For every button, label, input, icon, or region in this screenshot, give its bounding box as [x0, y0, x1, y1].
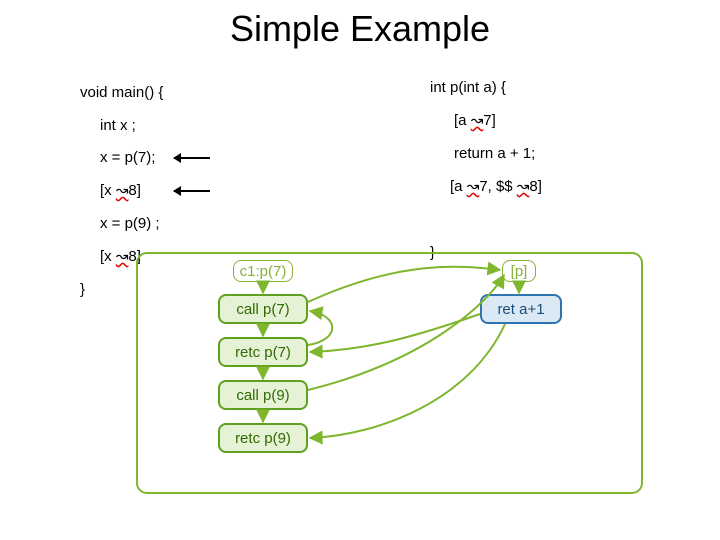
- code-state-a7-ss8: [a ↝7, $$ ↝8]: [450, 179, 542, 194]
- code-return: return a + 1;: [454, 146, 535, 161]
- code-int-x: int x ;: [100, 118, 136, 133]
- node-retc-p9: retc p(9): [218, 423, 308, 453]
- code-state-x8-1: [x ↝8]: [100, 183, 141, 198]
- wave-icon: ↝: [471, 112, 484, 129]
- node-ip: [p]: [502, 260, 536, 282]
- code-state-x8-2: [x ↝8]: [100, 249, 141, 264]
- node-call-p7: call p(7): [218, 294, 308, 324]
- slide: Simple Example void main() { int x ; x =…: [0, 0, 720, 540]
- node-call-p9: call p(9): [218, 380, 308, 410]
- code-main-decl: void main() {: [80, 85, 163, 100]
- arrow-icon: [174, 190, 210, 192]
- code-p-close: }: [430, 245, 435, 260]
- wave-icon: ↝: [517, 178, 530, 195]
- graph-edges: [0, 0, 720, 540]
- node-c1p1: c1:p(7): [233, 260, 293, 282]
- arrow-icon: [174, 157, 210, 159]
- code-state-a7: [a ↝7]: [454, 113, 496, 128]
- code-x-p7: x = p(7);: [100, 150, 155, 165]
- wave-icon: ↝: [116, 182, 129, 199]
- wave-icon: ↝: [467, 178, 480, 195]
- node-ret-a1: ret a+1: [480, 294, 562, 324]
- wave-icon: ↝: [116, 248, 129, 265]
- code-main-close: }: [80, 282, 85, 297]
- code-p-decl: int p(int a) {: [430, 80, 506, 95]
- code-x-p9: x = p(9) ;: [100, 216, 160, 231]
- node-retc-p7: retc p(7): [218, 337, 308, 367]
- slide-title: Simple Example: [0, 8, 720, 50]
